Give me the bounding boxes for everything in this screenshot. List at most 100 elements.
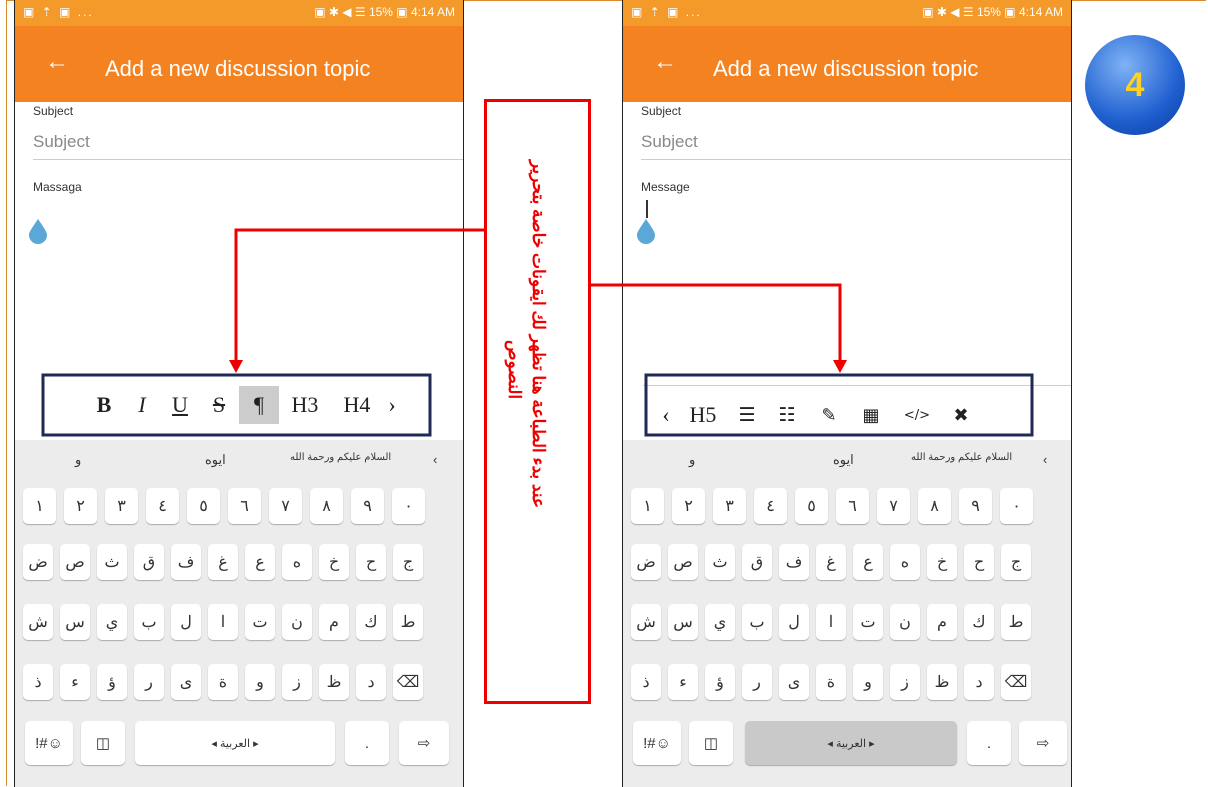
key[interactable]: ش <box>631 604 661 640</box>
suggestion-arrow-icon[interactable]: ‹ <box>1043 452 1047 467</box>
key[interactable]: ف <box>171 544 201 580</box>
key[interactable]: ح <box>964 544 994 580</box>
key[interactable]: ذ <box>23 664 53 700</box>
key[interactable]: ب <box>742 604 772 640</box>
heading5-button[interactable]: H5 <box>679 402 727 428</box>
key[interactable]: ب <box>134 604 164 640</box>
key[interactable]: ١ <box>23 488 56 524</box>
suggestion-3[interactable]: السلام عليكم ورحمة الله <box>911 452 1012 463</box>
suggestion-2[interactable]: ايوه <box>833 452 854 468</box>
key[interactable]: ١ <box>631 488 664 524</box>
key[interactable]: م <box>319 604 349 640</box>
period-key[interactable]: . <box>345 721 389 765</box>
heading4-button[interactable]: H4 <box>331 392 383 418</box>
key[interactable]: ف <box>779 544 809 580</box>
key[interactable]: ء <box>60 664 90 700</box>
enter-key[interactable]: ⇨ <box>1019 721 1067 765</box>
key[interactable]: ٠ <box>392 488 425 524</box>
cursor-handle-icon[interactable] <box>635 218 657 244</box>
symbols-key[interactable]: !#☺ <box>633 721 681 765</box>
bullet-list-icon[interactable]: ☰ <box>727 404 767 426</box>
chevron-left-icon[interactable]: ‹ <box>653 402 679 428</box>
key[interactable]: و <box>245 664 275 700</box>
key[interactable]: ظ <box>319 664 349 700</box>
key[interactable]: ع <box>245 544 275 580</box>
eraser-icon[interactable]: ✎ <box>807 405 851 426</box>
key[interactable]: ى <box>779 664 809 700</box>
key[interactable]: ض <box>23 544 53 580</box>
key[interactable]: ٢ <box>672 488 705 524</box>
key[interactable]: ن <box>282 604 312 640</box>
key[interactable]: س <box>60 604 90 640</box>
key[interactable]: ض <box>631 544 661 580</box>
key[interactable]: د <box>356 664 386 700</box>
enter-key[interactable]: ⇨ <box>399 721 449 765</box>
key[interactable]: ر <box>742 664 772 700</box>
key[interactable]: ٣ <box>713 488 746 524</box>
key[interactable]: ٤ <box>146 488 179 524</box>
key[interactable]: ظ <box>927 664 957 700</box>
chevron-right-icon[interactable]: › <box>383 392 401 418</box>
key[interactable]: ء <box>668 664 698 700</box>
subject-input[interactable]: Subject <box>33 128 463 160</box>
key[interactable]: ة <box>208 664 238 700</box>
key[interactable]: ذ <box>631 664 661 700</box>
key[interactable]: ت <box>853 604 883 640</box>
key[interactable]: ة <box>816 664 846 700</box>
suggestion-1[interactable]: و <box>689 452 695 468</box>
key[interactable]: د <box>964 664 994 700</box>
key[interactable]: ل <box>779 604 809 640</box>
key[interactable]: ك <box>356 604 386 640</box>
key[interactable]: ت <box>245 604 275 640</box>
cursor-handle-icon[interactable] <box>27 218 49 244</box>
key[interactable]: ك <box>964 604 994 640</box>
back-arrow-icon[interactable]: ← <box>653 48 677 76</box>
key[interactable]: ل <box>171 604 201 640</box>
suggestion-2[interactable]: ايوه <box>205 452 226 468</box>
key[interactable]: ٦ <box>836 488 869 524</box>
paragraph-button[interactable]: ¶ <box>239 386 279 424</box>
key[interactable]: ا <box>208 604 238 640</box>
key[interactable]: غ <box>208 544 238 580</box>
key[interactable]: ٧ <box>269 488 302 524</box>
suggestion-3[interactable]: السلام عليكم ورحمة الله <box>290 452 391 463</box>
key[interactable]: ٥ <box>795 488 828 524</box>
key[interactable]: ث <box>705 544 735 580</box>
key[interactable]: ق <box>134 544 164 580</box>
key[interactable]: ي <box>705 604 735 640</box>
suggestion-arrow-icon[interactable]: ‹ <box>433 452 437 467</box>
key[interactable]: ط <box>393 604 423 640</box>
key[interactable]: ٥ <box>187 488 220 524</box>
key[interactable]: ق <box>742 544 772 580</box>
key[interactable]: ٨ <box>310 488 343 524</box>
key[interactable]: خ <box>319 544 349 580</box>
subject-input[interactable]: Subject <box>641 128 1071 160</box>
table-icon[interactable]: ▦ <box>851 405 891 426</box>
key[interactable]: ص <box>60 544 90 580</box>
key[interactable]: ٩ <box>959 488 992 524</box>
period-key[interactable]: . <box>967 721 1011 765</box>
key[interactable]: ى <box>171 664 201 700</box>
key[interactable]: ج <box>393 544 423 580</box>
sticker-icon[interactable]: ◫ <box>81 721 125 765</box>
key[interactable]: غ <box>816 544 846 580</box>
key[interactable]: ٩ <box>351 488 384 524</box>
key[interactable]: ؤ <box>97 664 127 700</box>
space-key[interactable]: ◂ العربية ▸ <box>745 721 957 765</box>
key[interactable]: ح <box>356 544 386 580</box>
key[interactable]: ش <box>23 604 53 640</box>
back-arrow-icon[interactable]: ← <box>45 48 69 76</box>
key[interactable]: ر <box>134 664 164 700</box>
key[interactable]: ص <box>668 544 698 580</box>
key[interactable]: ٠ <box>1000 488 1033 524</box>
key[interactable]: ع <box>853 544 883 580</box>
suggestion-1[interactable]: و <box>75 452 81 468</box>
underline-button[interactable]: U <box>161 392 199 418</box>
symbols-key[interactable]: !#☺ <box>25 721 73 765</box>
sticker-icon[interactable]: ◫ <box>689 721 733 765</box>
space-key[interactable]: ◂ العربية ▸ <box>135 721 335 765</box>
key[interactable]: ٧ <box>877 488 910 524</box>
key[interactable]: ٨ <box>918 488 951 524</box>
key[interactable]: ي <box>97 604 127 640</box>
key[interactable]: ث <box>97 544 127 580</box>
